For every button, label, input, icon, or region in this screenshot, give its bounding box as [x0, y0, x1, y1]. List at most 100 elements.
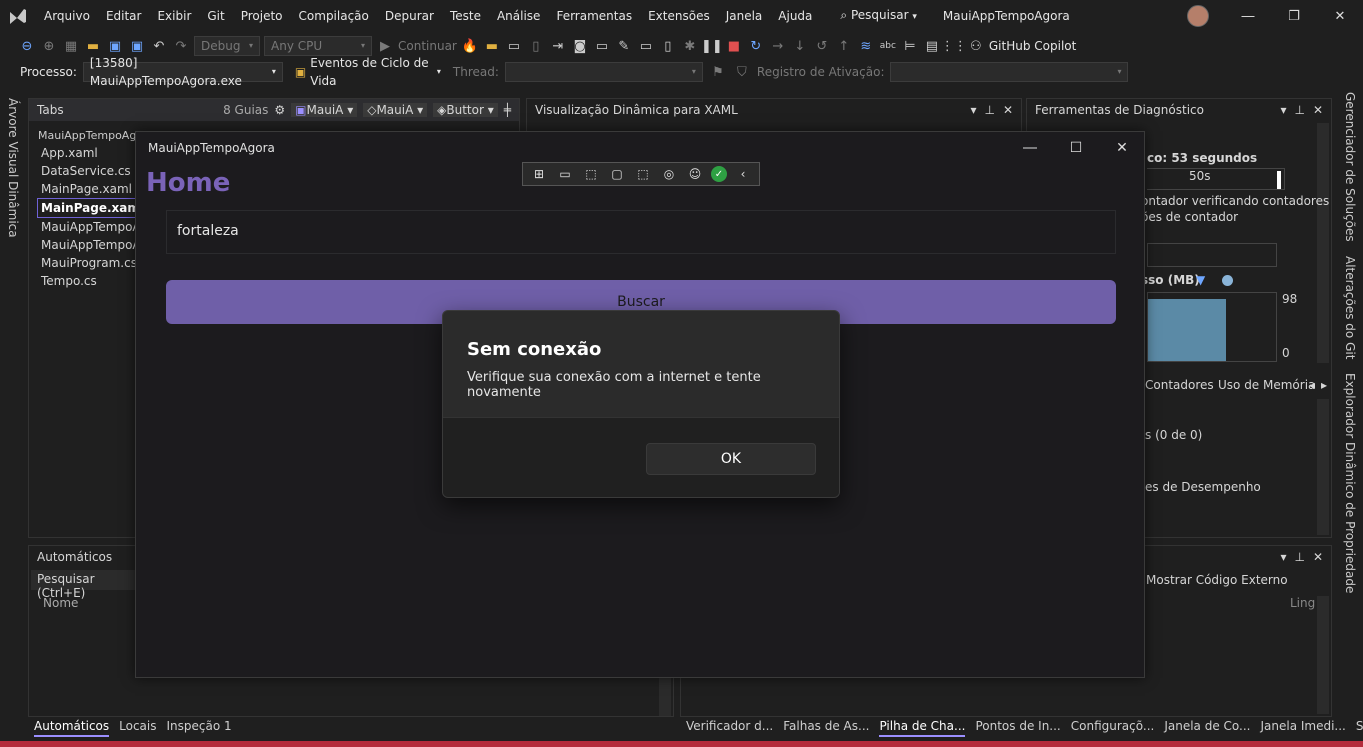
menu-item-depurar[interactable]: Depurar [377, 0, 442, 32]
filter-icon[interactable]: ⛉ [733, 63, 751, 81]
step-over-icon[interactable]: → [769, 37, 787, 55]
tab-mauia-2[interactable]: ◇MauiA ▾ [363, 103, 428, 117]
stack-frame-select[interactable]: ▾ [890, 62, 1129, 82]
pin-icon[interactable]: ⊥ [1294, 550, 1304, 564]
gear-icon[interactable]: ⚙ [274, 103, 285, 117]
tab-pontos-de-in[interactable]: Pontos de In... [975, 717, 1060, 737]
show-external-code[interactable]: Mostrar Código Externo [1146, 573, 1288, 587]
continue-button[interactable]: Continuar [398, 39, 457, 53]
tab-janela-imedi[interactable]: Janela Imedi... [1260, 717, 1345, 737]
window-icon[interactable]: ▭ [505, 37, 523, 55]
copilot-button[interactable]: GitHub Copilot [989, 39, 1076, 53]
menu-item-ferramentas[interactable]: Ferramentas [548, 0, 640, 32]
menu-item-extensoes[interactable]: Extensões [640, 0, 718, 32]
indent-icon[interactable]: ⊨ [901, 37, 919, 55]
menu-item-ajuda[interactable]: Ajuda [770, 0, 820, 32]
chevron-down-icon[interactable]: ▾ [970, 103, 976, 117]
live-property-explorer-tab[interactable]: Explorador Dinâmico de Propriedade [1343, 373, 1357, 593]
thread-select[interactable]: ▾ [504, 62, 703, 82]
edit-icon[interactable]: ✎ [615, 37, 633, 55]
back-icon[interactable]: ⊖ [18, 37, 36, 55]
hot-reload-icon[interactable]: 🔥 [461, 37, 479, 55]
device-icon[interactable]: ▯ [659, 37, 677, 55]
pin-icon[interactable]: ⊥ [1294, 103, 1304, 117]
lifecycle-events-select[interactable]: ▣ Eventos de Ciclo de Vida ▾ [289, 56, 447, 88]
diag-details-scrollbar[interactable] [1317, 399, 1329, 535]
tab-counters[interactable]: Contadores [1145, 378, 1214, 392]
tab-saida[interactable]: Saída [1356, 717, 1363, 737]
menu-item-teste[interactable]: Teste [442, 0, 489, 32]
bug-icon[interactable]: ✱ [681, 37, 699, 55]
chevron-down-icon[interactable]: ▾ [1280, 103, 1286, 117]
format-icon[interactable]: ⋮⋮ [941, 37, 967, 55]
copilot-icon[interactable]: ⚇ [967, 37, 985, 55]
restart-icon[interactable]: ↻ [747, 37, 765, 55]
forward-icon[interactable]: ⊕ [40, 37, 58, 55]
solution-explorer-tab[interactable]: Gerenciador de Soluções [1343, 92, 1357, 242]
stop-icon[interactable]: ■ [725, 37, 743, 55]
comment-icon[interactable]: ▤ [923, 37, 941, 55]
tab-falhas-de-as[interactable]: Falhas de As... [783, 717, 869, 737]
column-language[interactable]: Ling [1290, 596, 1315, 610]
step-into-icon[interactable]: ↓ [791, 37, 809, 55]
folder-icon[interactable]: ▬ [483, 37, 501, 55]
tab-automaticos[interactable]: Automáticos [34, 717, 110, 737]
restore-button[interactable]: ❐ [1271, 0, 1317, 32]
camera-icon[interactable]: ◙ [571, 37, 589, 55]
open-folder-icon[interactable]: ▬ [84, 37, 102, 55]
save-all-icon[interactable]: ▣ [128, 37, 146, 55]
spell-icon[interactable]: abc [879, 37, 897, 55]
live-visual-tree-tab[interactable]: Árvore Visual Dinâmica [6, 98, 20, 238]
tab-configuraco[interactable]: Configuraçõ... [1071, 717, 1155, 737]
menu-item-projeto[interactable]: Projeto [233, 0, 291, 32]
tab-memory-usage[interactable]: Uso de Memória [1218, 378, 1315, 392]
pin-icon[interactable]: ⊥ [984, 103, 994, 117]
search-box[interactable]: ⌕ Pesquisar ▾ [830, 0, 926, 33]
menu-item-git[interactable]: Git [199, 0, 232, 32]
new-project-icon[interactable]: ▦ [62, 37, 80, 55]
undo-icon[interactable]: ↶ [150, 37, 168, 55]
menu-item-compilacao[interactable]: Compilação [291, 0, 377, 32]
menu-item-janela[interactable]: Janela [718, 0, 771, 32]
diag-scrollbar[interactable] [1317, 123, 1329, 363]
tab-locais[interactable]: Locais [119, 717, 156, 737]
call-stack-scrollbar[interactable] [1317, 596, 1329, 714]
git-changes-tab[interactable]: Alterações do Git [1343, 256, 1357, 359]
platform-select[interactable]: Any CPU ▾ [264, 36, 372, 56]
step-out-icon[interactable]: ↺ [813, 37, 831, 55]
tab-janela-de-co[interactable]: Janela de Co... [1164, 717, 1250, 737]
step-back-icon[interactable]: ↑ [835, 37, 853, 55]
play-icon[interactable]: ▶ [376, 37, 394, 55]
tab-mauia-1[interactable]: ▣MauiA ▾ [291, 103, 358, 117]
tab-pilha-de-cha[interactable]: Pilha de Cha... [879, 717, 966, 737]
tab-button[interactable]: ◈Buttor ▾ [433, 103, 498, 117]
split-icon[interactable]: ╪ [504, 103, 511, 117]
configuration-select[interactable]: Debug ▾ [194, 36, 260, 56]
autos-search-input[interactable]: Pesquisar (Ctrl+E) [31, 570, 135, 600]
tab-verificador-d[interactable]: Verificador d... [686, 717, 773, 737]
close-icon[interactable]: ✕ [1313, 103, 1323, 117]
chevron-left-icon[interactable]: ◂ [1309, 378, 1315, 392]
redo-icon[interactable]: ↷ [172, 37, 190, 55]
minimize-button[interactable]: ― [1225, 0, 1271, 32]
timeline-cursor[interactable] [1277, 171, 1281, 189]
terminal-icon[interactable]: ▭ [593, 37, 611, 55]
process-select[interactable]: [13580] MauiAppTempoAgora.exe ▾ [82, 56, 283, 88]
close-button[interactable]: ✕ [1317, 0, 1363, 32]
diagnostics-icon[interactable]: ≋ [857, 37, 875, 55]
chevron-right-icon[interactable]: ▸ [1321, 378, 1327, 392]
step-icon[interactable]: ⇥ [549, 37, 567, 55]
menu-item-analise[interactable]: Análise [489, 0, 548, 32]
visual-studio-logo-icon[interactable] [0, 0, 36, 32]
close-icon[interactable]: ✕ [1003, 103, 1013, 117]
menu-item-editar[interactable]: Editar [98, 0, 150, 32]
monitor-icon[interactable]: ▭ [637, 37, 655, 55]
ok-button[interactable]: OK [646, 443, 816, 475]
avatar[interactable] [1187, 5, 1209, 27]
chevron-down-icon[interactable]: ▾ [1280, 550, 1286, 564]
menu-item-exibir[interactable]: Exibir [149, 0, 199, 32]
menu-item-arquivo[interactable]: Arquivo [36, 0, 98, 32]
autos-scrollbar[interactable] [659, 676, 671, 716]
tab-inspecao-1[interactable]: Inspeção 1 [167, 717, 232, 737]
pause-icon[interactable]: ❚❚ [701, 37, 723, 55]
